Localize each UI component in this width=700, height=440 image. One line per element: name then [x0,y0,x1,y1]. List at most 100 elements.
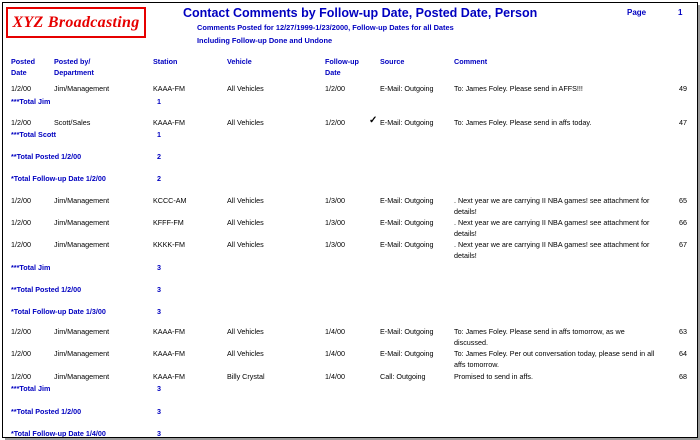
comment: To: James Foley. Please send in AFFS!!! [454,84,583,93]
posted-by: Jim/Management [54,372,110,381]
total-label: **Total Posted 1/2/00 [11,407,82,416]
total-label: ***Total Jim [11,384,51,393]
total-label: ***Total Scott [11,130,56,139]
comment: To: James Foley. Per out conversation to… [454,349,655,369]
followup-date: 1/2/00 [325,84,345,93]
header-posted-date-line1: Posted [11,57,35,66]
page-number: 1 [678,8,683,17]
total-value: 1 [157,130,161,139]
vehicle: Billy Crystal [227,372,265,381]
followup-date: 1/4/00 [325,349,345,358]
station: KAAA-FM [153,118,185,127]
header-posted-by-line2: Department [54,68,94,77]
logo-text: XYZ Broadcasting [12,13,140,31]
source: E-Mail: Outgoing [380,349,434,358]
subtitle-line-1: Comments Posted for 12/27/1999-1/23/2000… [197,23,454,32]
company-logo: XYZ Broadcasting [6,7,146,38]
comment-number: 47 [679,118,687,127]
subtitle-line-2: Including Follow-up Done and Undone [197,35,333,45]
vehicle: All Vehicles [227,84,264,93]
total-value: 2 [157,174,161,183]
posted-date: 1/2/00 [11,327,31,336]
total-value: 3 [157,407,161,416]
comment: . Next year we are carrying II NBA games… [454,218,650,238]
checkmark-icon: ✓ [369,115,378,126]
header-posted-date-line2: Date [11,68,27,77]
total-label: ***Total Jim [11,97,51,106]
posted-by: Jim/Management [54,196,110,205]
posted-by: Scott/Sales [54,118,91,127]
station: KKKK-FM [153,240,185,249]
comment-number: 49 [679,84,687,93]
comment-number: 68 [679,372,687,381]
source: E-Mail: Outgoing [380,327,434,336]
vehicle: All Vehicles [227,327,264,336]
comment: . Next year we are carrying II NBA games… [454,240,650,260]
header-comment: Comment [454,57,488,66]
vehicle: All Vehicles [227,349,264,358]
comment: To: James Foley. Please send in affs tod… [454,118,592,127]
posted-date: 1/2/00 [11,118,31,127]
header-posted-by: Posted by/ Department [54,56,94,78]
header-followup-line2: Date [325,68,341,77]
followup-date: 1/3/00 [325,240,345,249]
followup-date: 1/4/00 [325,327,345,336]
station: KAAA-FM [153,327,185,336]
header-source: Source [380,57,405,66]
header-station: Station [153,57,178,66]
report-subtitle: Comments Posted for 12/27/1999-1/23/2000… [197,22,497,47]
followup-date: 1/2/00 [325,118,345,127]
posted-date: 1/2/00 [11,218,31,227]
posted-by: Jim/Management [54,240,110,249]
station: KAAA-FM [153,84,185,93]
vehicle: All Vehicles [227,218,264,227]
total-label: ***Total Jim [11,263,51,272]
header-posted-date: Posted Date [11,56,35,78]
comment-number: 63 [679,327,687,336]
source: E-Mail: Outgoing [380,240,434,249]
posted-date: 1/2/00 [11,196,31,205]
report-page: XYZ Broadcasting Contact Comments by Fol… [2,2,698,438]
comment: To: James Foley. Please send in affs tom… [454,327,625,347]
comment-number: 64 [679,349,687,358]
posted-date: 1/2/00 [11,372,31,381]
followup-date: 1/3/00 [325,196,345,205]
header-posted-by-line1: Posted by/ [54,57,91,66]
total-value: 3 [157,263,161,272]
posted-date: 1/2/00 [11,240,31,249]
report-title: Contact Comments by Follow-up Date, Post… [183,6,538,20]
total-value: 3 [157,285,161,294]
posted-by: Jim/Management [54,327,110,336]
vehicle: All Vehicles [227,118,264,127]
total-label: **Total Posted 1/2/00 [11,152,82,161]
posted-by: Jim/Management [54,349,110,358]
posted-by: Jim/Management [54,84,110,93]
comment: . Next year we are carrying II NBA games… [454,196,650,216]
station: KAAA-FM [153,349,185,358]
total-value: 3 [157,384,161,393]
total-value: 1 [157,97,161,106]
header-followup-date: Follow-up Date [325,56,359,78]
page-label: Page [627,8,647,17]
total-label: *Total Follow-up Date 1/4/00 [11,429,106,438]
header-vehicle: Vehicle [227,57,252,66]
comment: Promised to send in affs. [454,372,533,381]
followup-date: 1/4/00 [325,372,345,381]
total-label: *Total Follow-up Date 1/2/00 [11,174,106,183]
source: Call: Outgoing [380,372,426,381]
comment-number: 65 [679,196,687,205]
vehicle: All Vehicles [227,240,264,249]
total-label: *Total Follow-up Date 1/3/00 [11,307,106,316]
vehicle: All Vehicles [227,196,264,205]
total-value: 3 [157,307,161,316]
followup-date: 1/3/00 [325,218,345,227]
station: KFFF-FM [153,218,184,227]
comment-number: 67 [679,240,687,249]
posted-by: Jim/Management [54,218,110,227]
station: KAAA-FM [153,372,185,381]
source: E-Mail: Outgoing [380,218,434,227]
posted-date: 1/2/00 [11,84,31,93]
total-label: **Total Posted 1/2/00 [11,285,82,294]
total-value: 3 [157,429,161,438]
source: E-Mail: Outgoing [380,84,434,93]
